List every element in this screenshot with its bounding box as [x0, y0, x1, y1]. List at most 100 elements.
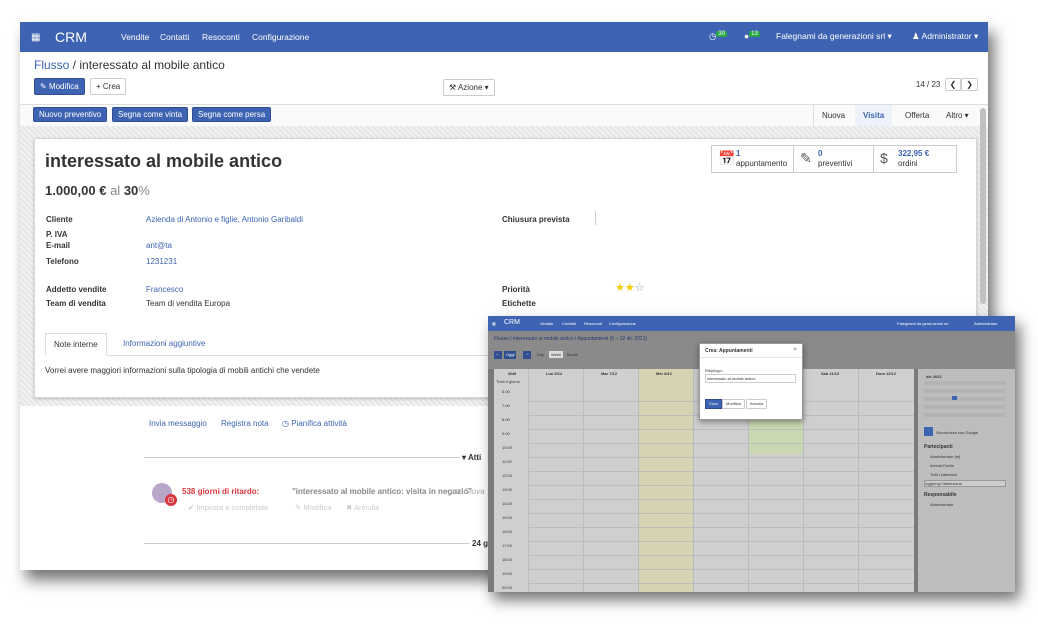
- modal-edit-button[interactable]: Modifica: [722, 399, 745, 409]
- priority-stars[interactable]: ★★☆: [615, 281, 645, 294]
- overlay-view-day[interactable]: Day: [537, 352, 544, 357]
- overlay-next-icon[interactable]: →: [523, 351, 531, 359]
- create-button[interactable]: + Crea: [90, 78, 127, 95]
- pager-prev-button[interactable]: ❮: [944, 78, 962, 91]
- summary-label: Riepilogo:: [705, 368, 723, 373]
- priority-star[interactable]: ★: [625, 282, 635, 294]
- user-menu[interactable]: ♟ Administrator ▾: [912, 31, 978, 42]
- company-switcher[interactable]: Falegnami da generazioni srl ▾: [776, 31, 892, 42]
- overlay-prev-icon[interactable]: ←: [494, 351, 502, 359]
- mark-lost-button[interactable]: Segna come persa: [192, 107, 272, 122]
- smart-button-appointments[interactable]: 📅 1 appuntamento: [711, 145, 795, 173]
- overlay-breadcrumb[interactable]: Flusso / interessato al mobile antico / …: [494, 336, 647, 342]
- priority-star[interactable]: ★: [615, 282, 625, 294]
- probability-percent: %: [138, 183, 150, 198]
- breadcrumb-parent[interactable]: Flusso: [34, 58, 69, 72]
- overlay-view-month[interactable]: Month: [567, 352, 578, 357]
- stage-nuova[interactable]: Nuova: [813, 105, 853, 127]
- activity-summary: "interessato al mobile antico: visita in…: [292, 487, 473, 496]
- field-value-team[interactable]: Team di vendita Europa: [146, 299, 230, 308]
- modal-cancel-button[interactable]: Annulla: [746, 399, 768, 409]
- overlay-menu-resoconti[interactable]: Resoconti: [584, 321, 602, 326]
- calendar-day-column[interactable]: [638, 369, 639, 592]
- tab-note-interne[interactable]: Note interne: [45, 333, 107, 356]
- tab-informazioni-aggiuntive[interactable]: Informazioni aggiuntive: [115, 333, 213, 354]
- participant-2[interactable]: Arreda Facile: [930, 463, 954, 468]
- calendar-hour-label: 12:00: [502, 473, 513, 478]
- overlay-brand[interactable]: CRM: [504, 319, 520, 326]
- apps-menu-icon[interactable]: ▦: [31, 32, 40, 43]
- add-attendee-select[interactable]: Aggiungi l'attenzione: [924, 480, 1006, 487]
- smart-button-orders[interactable]: $ 322,95 € ordini: [873, 145, 957, 173]
- calendar-day-column[interactable]: [583, 369, 584, 592]
- menu-resoconti[interactable]: Resoconti: [202, 32, 240, 42]
- field-label-team: Team di vendita: [46, 299, 106, 308]
- stage-offerta[interactable]: Offerta: [897, 105, 937, 127]
- mark-won-button[interactable]: Segna come vinta: [112, 107, 189, 122]
- smart-button-quotations[interactable]: ✎ 0 preventivi: [793, 145, 875, 173]
- responsible-1[interactable]: Administrator: [930, 502, 954, 507]
- new-quotation-button[interactable]: Nuovo preventivo: [33, 107, 108, 122]
- calendar-day-column[interactable]: [528, 369, 529, 592]
- overlay-view-week[interactable]: Week: [549, 351, 564, 358]
- all-calendars-checkbox[interactable]: Tutti i calendari: [930, 472, 957, 477]
- field-label-cliente: Cliente: [46, 215, 73, 224]
- mark-done-button[interactable]: ✔ Imposta a completata: [188, 503, 268, 512]
- close-icon[interactable]: ×: [793, 347, 797, 353]
- field-value-addetto[interactable]: Francesco: [146, 285, 183, 294]
- overlay-navbar: ▦ CRM Vendite Contatti Resoconti Configu…: [488, 316, 1015, 331]
- summary-input[interactable]: interessato al mobile antico: [705, 374, 796, 383]
- scrollbar-thumb[interactable]: [980, 108, 986, 304]
- schedule-activity-button[interactable]: ◷ Pianifica attività: [282, 419, 347, 428]
- calendar-hour-label: 18:00: [502, 557, 513, 562]
- menu-contatti[interactable]: Contatti: [160, 32, 189, 42]
- calendar-hour-line: [528, 541, 914, 542]
- field-label-email: E-mail: [46, 241, 71, 250]
- field-value-cliente[interactable]: Azienda di Antonio e figlie, Antonio Gar…: [146, 215, 303, 224]
- calendar-hour-label: 8:00: [502, 417, 510, 422]
- edit-button[interactable]: ✎ Modifica: [34, 78, 85, 95]
- activity-cancel-button[interactable]: ✖ Annulla: [346, 503, 379, 512]
- pager-next-button[interactable]: ❯: [961, 78, 978, 91]
- overlay-user[interactable]: Administrator: [974, 321, 998, 326]
- overlay-today-button[interactable]: Oggi: [504, 351, 517, 359]
- menu-configurazione[interactable]: Configurazione: [252, 32, 309, 42]
- modal-create-button[interactable]: Crea: [705, 399, 722, 409]
- log-note-button[interactable]: Registra nota: [221, 419, 269, 428]
- overlay-company[interactable]: Falegnami da generazioni srl: [897, 321, 948, 326]
- stage-visita[interactable]: Visita: [855, 105, 893, 127]
- calendar-day-column[interactable]: [803, 369, 804, 592]
- app-brand[interactable]: CRM: [55, 29, 87, 45]
- overlay-menu-contatti[interactable]: Contatti: [562, 321, 576, 326]
- overlay-menu-vendite[interactable]: Vendite: [540, 321, 553, 326]
- send-message-button[interactable]: Invia messaggio: [149, 419, 207, 428]
- pencil-icon: ✎: [40, 82, 47, 91]
- modal-title: Crea: Appuntamenti: [705, 348, 753, 354]
- messages-indicator[interactable]: ● 13: [744, 31, 760, 41]
- mini-calendar[interactable]: [924, 381, 1006, 421]
- probability-value: 30: [123, 183, 139, 198]
- field-value-telefono[interactable]: 1231231: [146, 257, 177, 266]
- action-dropdown[interactable]: ⚒ Azione ▾: [443, 79, 495, 96]
- participant-1[interactable]: Administrator [te]: [930, 454, 960, 459]
- responsible-header: Responsabile: [924, 492, 957, 498]
- expected-revenue: 1.000,00 € al 30%: [45, 183, 150, 198]
- activities-header[interactable]: ▾ Atti: [462, 453, 481, 462]
- stage-altro[interactable]: Altro ▾: [938, 105, 977, 127]
- calendar-day-column[interactable]: [858, 369, 859, 592]
- apps-menu-icon[interactable]: ▦: [492, 321, 496, 326]
- pager-value[interactable]: 14 / 23: [916, 80, 940, 89]
- calendar-hour-label: 20:00: [502, 585, 513, 590]
- activity-assignee: per Giova: [450, 487, 485, 496]
- calendar-day-column[interactable]: [693, 369, 694, 592]
- mini-calendar-today[interactable]: [952, 396, 957, 400]
- activity-edit-button[interactable]: ✎ Modifica: [295, 503, 331, 512]
- menu-vendite[interactable]: Vendite: [121, 32, 149, 42]
- mini-calendar-month[interactable]: dic 2021: [926, 374, 942, 379]
- field-value-email[interactable]: ant@ta: [146, 241, 172, 250]
- priority-star[interactable]: ☆: [635, 282, 645, 294]
- internal-note-text[interactable]: Vorrei avere maggiori informazioni sulla…: [45, 366, 320, 375]
- activity-indicator[interactable]: ◷ 30: [709, 31, 728, 42]
- overlay-menu-configurazione[interactable]: Configurazione: [609, 321, 636, 326]
- google-sync-button[interactable]: Sincronizza con Google: [936, 430, 978, 435]
